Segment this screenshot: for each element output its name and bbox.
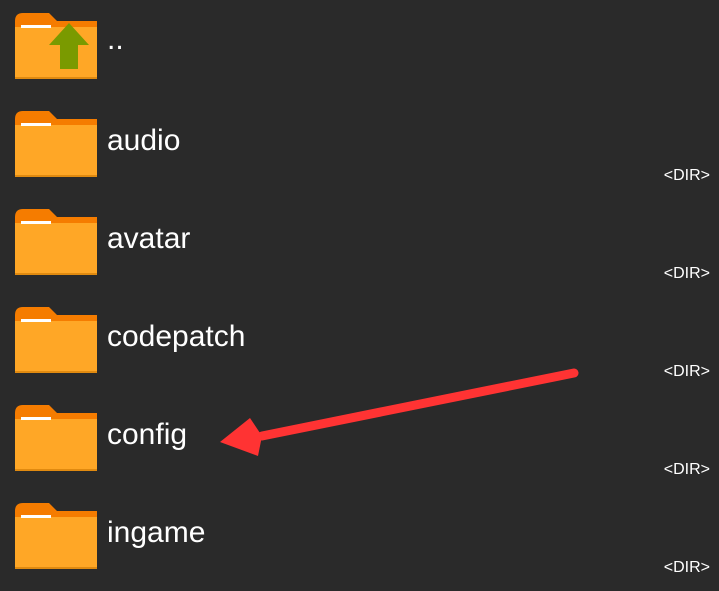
dir-tag: <DIR> — [663, 559, 710, 576]
file-name: .. — [107, 23, 124, 56]
dir-tag: <DIR> — [663, 461, 710, 478]
list-item-folder[interactable]: ingame <DIR> — [0, 490, 719, 588]
dir-tag: <DIR> — [663, 363, 710, 380]
folder-icon — [15, 307, 97, 373]
file-name: codepatch — [107, 320, 246, 353]
list-item-folder[interactable]: avatar <DIR> — [0, 196, 719, 294]
file-name: config — [107, 418, 188, 451]
folder-up-icon — [15, 13, 97, 79]
folder-icon — [15, 405, 97, 471]
folder-icon — [15, 503, 97, 569]
file-name: audio — [107, 124, 181, 157]
file-name: avatar — [107, 222, 191, 255]
list-item-folder[interactable]: config <DIR> — [0, 392, 719, 490]
folder-icon — [15, 111, 97, 177]
dir-tag: <DIR> — [663, 265, 710, 282]
list-item-folder[interactable]: codepatch <DIR> — [0, 294, 719, 392]
list-item-folder[interactable]: audio <DIR> — [0, 98, 719, 196]
folder-icon — [15, 209, 97, 275]
dir-tag: <DIR> — [663, 167, 710, 184]
file-name: ingame — [107, 516, 206, 549]
file-list: .. audio <DIR> avatar <DIR> codepatch <D… — [0, 0, 719, 591]
list-item-parent-directory[interactable]: .. — [0, 0, 719, 98]
